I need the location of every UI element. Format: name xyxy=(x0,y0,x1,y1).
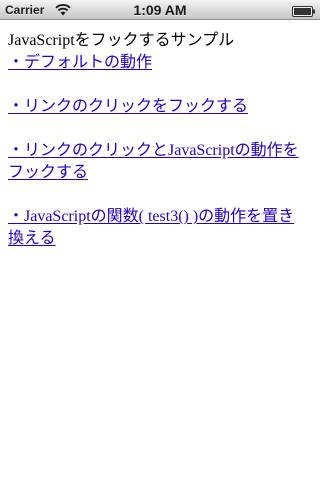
status-time: 1:09 AM xyxy=(133,2,187,18)
link-hook-click-and-js[interactable]: ・リンクのクリックとJavaScriptの動作をフックする xyxy=(8,140,308,184)
page-content: JavaScriptをフックするサンプル ・デフォルトの動作 ・リンクのクリック… xyxy=(8,30,308,250)
status-bar: Carrier 1:09 AM xyxy=(0,0,320,20)
link-default-behavior[interactable]: ・デフォルトの動作 xyxy=(8,52,308,74)
link-replace-function[interactable]: ・JavaScriptの関数( test3() )の動作を置き換える xyxy=(8,206,308,250)
battery-icon xyxy=(292,4,316,17)
page-heading: JavaScriptをフックするサンプル xyxy=(8,32,235,49)
link-hook-click[interactable]: ・リンクのクリックをフックする xyxy=(8,96,308,118)
